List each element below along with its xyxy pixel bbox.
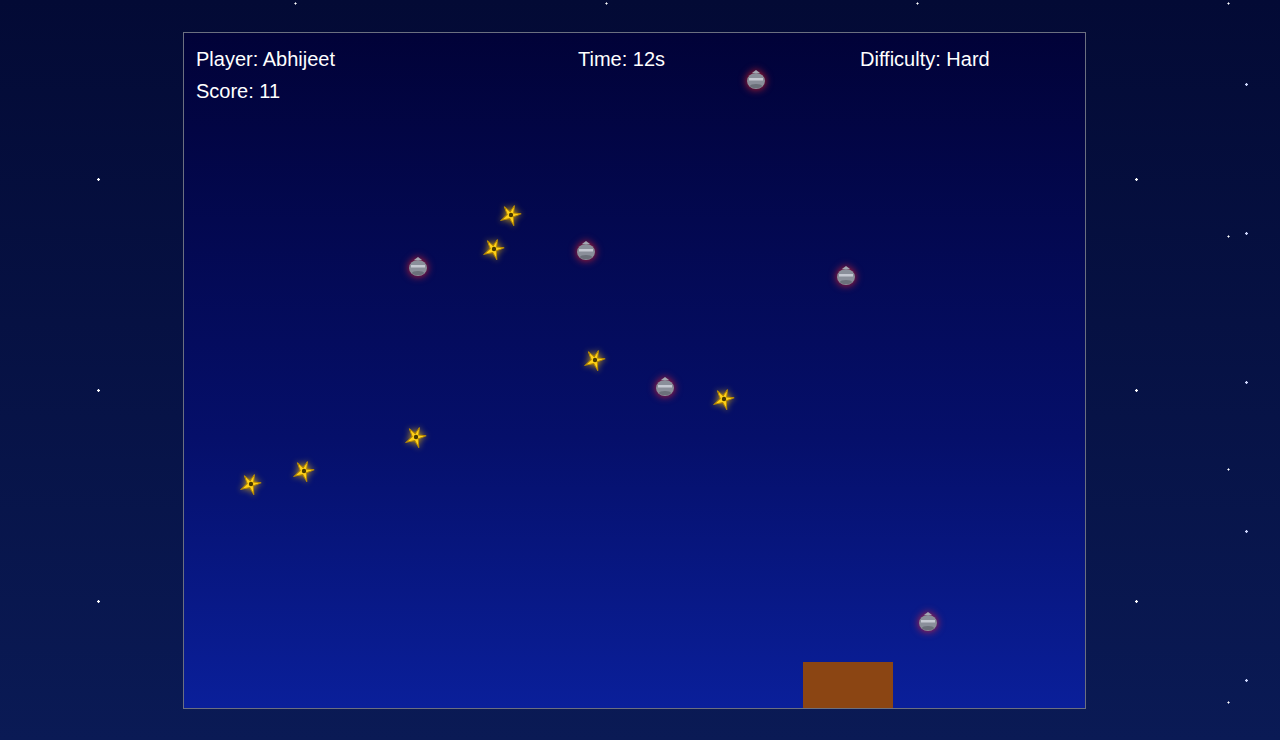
player-basket[interactable] <box>803 662 893 708</box>
bomb-icon <box>405 254 431 280</box>
falling-star <box>584 349 606 371</box>
hud-top-row: Player: AbhijeetTime: 12sDifficulty: Har… <box>196 47 1085 71</box>
bomb-icon <box>915 609 941 635</box>
star-icon <box>584 349 606 371</box>
falling-bomb <box>743 67 769 93</box>
player-label: Player: Abhijeet <box>196 47 578 71</box>
falling-star <box>405 426 427 448</box>
falling-bomb <box>652 374 678 400</box>
difficulty-label: Difficulty: Hard <box>860 47 1085 71</box>
hud: Player: AbhijeetTime: 12sDifficulty: Har… <box>184 33 1085 103</box>
star-icon <box>713 388 735 410</box>
star-icon <box>293 460 315 482</box>
falling-bomb <box>915 609 941 635</box>
bomb-icon <box>573 238 599 264</box>
falling-bomb <box>405 254 431 280</box>
star-icon <box>240 473 262 495</box>
falling-star <box>500 204 522 226</box>
bomb-icon <box>833 263 859 289</box>
bomb-icon <box>743 67 769 93</box>
page: Player: AbhijeetTime: 12sDifficulty: Har… <box>0 0 1280 740</box>
falling-star <box>293 460 315 482</box>
falling-star <box>240 473 262 495</box>
bomb-icon <box>652 374 678 400</box>
falling-bomb <box>833 263 859 289</box>
falling-star <box>483 238 505 260</box>
falling-bomb <box>573 238 599 264</box>
time-label: Time: 12s <box>578 47 860 71</box>
star-icon <box>483 238 505 260</box>
star-icon <box>405 426 427 448</box>
score-label: Score: 11 <box>196 79 1085 103</box>
star-icon <box>500 204 522 226</box>
game-canvas[interactable]: Player: AbhijeetTime: 12sDifficulty: Har… <box>183 32 1086 709</box>
falling-star <box>713 388 735 410</box>
